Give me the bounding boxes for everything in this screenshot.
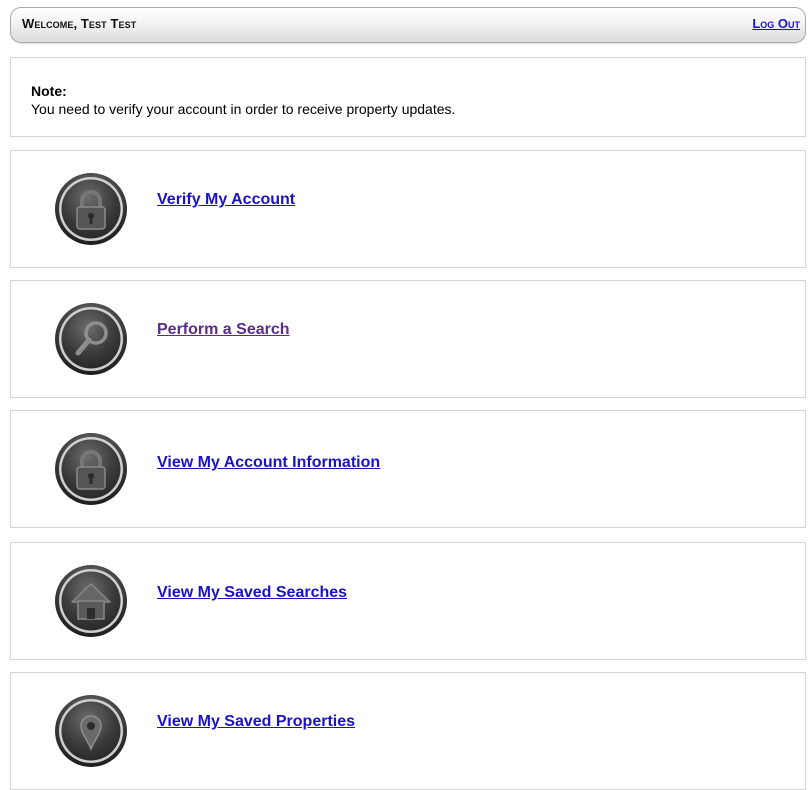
magnifier-icon[interactable] <box>53 301 129 377</box>
saved-searches-link[interactable]: View My Saved Searches <box>157 584 347 602</box>
welcome-text: Welcome, Test Test <box>22 16 137 31</box>
verify-account-link[interactable]: Verify My Account <box>157 191 295 209</box>
account-information-card: View My Account Information <box>10 410 806 528</box>
map-pin-icon[interactable] <box>53 693 129 769</box>
logout-link[interactable]: Log Out <box>752 16 800 31</box>
home-icon[interactable] <box>53 563 129 639</box>
perform-search-card: Perform a Search <box>10 280 806 398</box>
note-box: Note: You need to verify your account in… <box>10 57 806 137</box>
verify-account-card: Verify My Account <box>10 150 806 268</box>
lock-icon[interactable] <box>53 431 129 507</box>
lock-icon[interactable] <box>53 171 129 247</box>
saved-searches-card: View My Saved Searches <box>10 542 806 660</box>
note-message: You need to verify your account in order… <box>31 101 456 117</box>
saved-properties-card: View My Saved Properties <box>10 672 806 790</box>
welcome-bar: Welcome, Test Test Log Out <box>10 7 806 43</box>
perform-search-link[interactable]: Perform a Search <box>157 321 290 339</box>
saved-properties-link[interactable]: View My Saved Properties <box>157 713 355 731</box>
note-title: Note: <box>31 83 67 99</box>
account-information-link[interactable]: View My Account Information <box>157 454 380 472</box>
